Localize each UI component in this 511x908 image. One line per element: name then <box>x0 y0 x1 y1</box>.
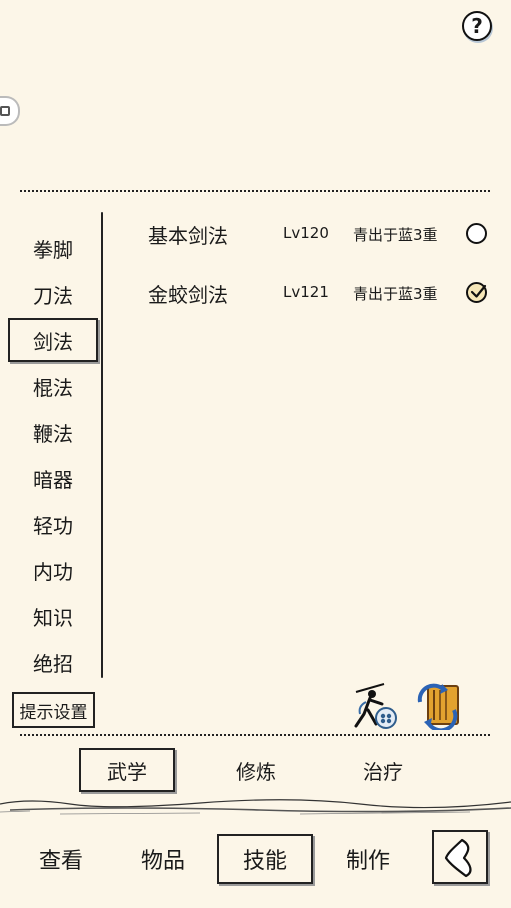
subtab-zhiliao[interactable]: 治疗 <box>335 748 431 792</box>
category-divider <box>101 212 103 678</box>
subtab-wuxue[interactable]: 武学 <box>79 748 175 792</box>
category-zhishi[interactable]: 知识 <box>8 594 98 638</box>
skill-row[interactable]: 基本剑法 Lv120 青出于蓝3重 <box>148 216 493 250</box>
hint-settings-button[interactable]: 提示设置 <box>12 692 95 728</box>
back-button[interactable] <box>432 830 488 884</box>
bottom-divider <box>20 734 490 736</box>
book-swap-icon[interactable] <box>414 680 464 730</box>
category-jianfa[interactable]: 剑法 <box>8 318 98 362</box>
category-bianfa[interactable]: 鞭法 <box>8 410 98 454</box>
skill-name: 金蛟剑法 <box>148 283 228 307</box>
check-icon <box>470 284 487 298</box>
skill-realm: 青出于蓝3重 <box>353 226 438 244</box>
skill-row[interactable]: 金蛟剑法 Lv121 青出于蓝3重 <box>148 275 493 309</box>
panel-icon <box>0 106 10 116</box>
help-icon: ? <box>471 14 483 38</box>
skill-select-radio-checked[interactable] <box>466 282 487 303</box>
brush-stroke-divider <box>0 799 511 815</box>
help-button[interactable]: ? <box>462 11 492 41</box>
category-juezhao[interactable]: 绝招 <box>8 640 98 684</box>
category-anqi[interactable]: 暗器 <box>8 456 98 500</box>
category-quanjiao[interactable]: 拳脚 <box>8 226 98 270</box>
nav-jineng[interactable]: 技能 <box>217 834 313 884</box>
subtab-xiulian[interactable]: 修炼 <box>208 748 304 792</box>
category-qinggong[interactable]: 轻功 <box>8 502 98 546</box>
skill-select-radio[interactable] <box>466 223 487 244</box>
category-neigong[interactable]: 内功 <box>8 548 98 592</box>
skill-name: 基本剑法 <box>148 224 228 248</box>
nav-chakan[interactable]: 查看 <box>13 834 109 884</box>
chevron-left-icon <box>444 838 472 878</box>
swordsman-practice-icon[interactable] <box>350 680 400 730</box>
category-daofa[interactable]: 刀法 <box>8 272 98 316</box>
skill-level: Lv121 <box>283 283 329 301</box>
skill-realm: 青出于蓝3重 <box>353 285 438 303</box>
category-gunfa[interactable]: 棍法 <box>8 364 98 408</box>
skill-level: Lv120 <box>283 224 329 242</box>
nav-zhizuo[interactable]: 制作 <box>320 834 416 884</box>
side-panel-toggle[interactable] <box>0 96 20 126</box>
nav-wupin[interactable]: 物品 <box>115 834 211 884</box>
top-divider <box>20 190 490 192</box>
